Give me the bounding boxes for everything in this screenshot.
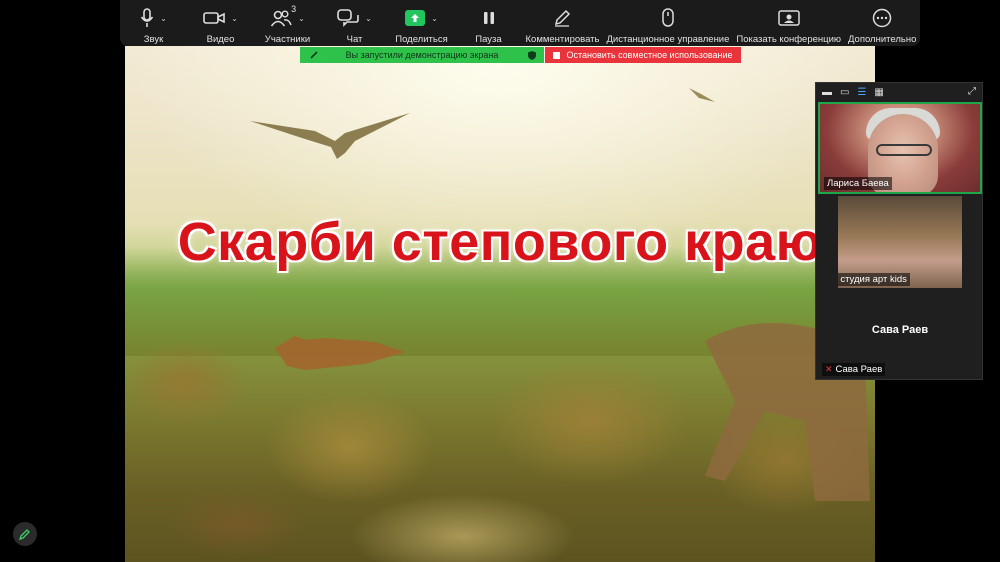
- pause-share-button[interactable]: Пауза: [459, 6, 519, 45]
- thumbnail-view-icon[interactable]: ☰: [857, 87, 866, 98]
- video-label: Видео: [206, 34, 235, 45]
- participants-button[interactable]: 3 ⌄ Участники: [258, 4, 318, 45]
- audio-options-chevron-icon[interactable]: ⌄: [160, 14, 167, 23]
- status-signal-icon: [310, 51, 318, 59]
- chat-icon: [337, 9, 359, 27]
- show-meeting-button[interactable]: Показать конференцию: [736, 6, 841, 45]
- participant-name-tag: ✕ Сава Раев: [822, 363, 886, 376]
- camera-icon: [203, 12, 225, 24]
- chat-button[interactable]: ⌄ Чат: [325, 6, 385, 45]
- stop-sharing-button[interactable]: Остановить совместное использование: [545, 47, 741, 63]
- slide-title: Скарби степового краю: [177, 212, 823, 272]
- fox-image: [275, 336, 405, 370]
- gallery-view-icon[interactable]: ▦: [874, 87, 883, 98]
- mouse-icon: [662, 8, 674, 27]
- mic-muted-icon: ✕: [825, 364, 833, 374]
- annotate-label: Комментировать: [525, 34, 600, 45]
- chat-options-chevron-icon[interactable]: ⌄: [365, 14, 372, 23]
- share-screen-button[interactable]: ⌄ Поделиться: [392, 6, 452, 45]
- video-panel: ▬ ▭ ☰ ▦ ⤢ Лариса Баева арт студия арт ki…: [815, 82, 983, 380]
- panel-header: ▬ ▭ ☰ ▦ ⤢: [816, 83, 982, 101]
- shield-icon: [528, 50, 536, 60]
- show-meeting-icon: [777, 10, 800, 26]
- pause-label: Пауза: [475, 34, 502, 45]
- participant-name: Сава Раев: [835, 364, 883, 375]
- pause-icon: [483, 12, 494, 24]
- shared-screen: Скарби степового краю: [125, 46, 875, 562]
- participants-count: 3: [291, 4, 297, 14]
- meeting-toolbar: ⌄ Звук ⌄ Видео 3 ⌄ Участники ⌄ Чат ⌄ Под…: [120, 0, 920, 46]
- participants-label: Участники: [264, 34, 311, 45]
- audio-button[interactable]: ⌄ Звук: [124, 6, 184, 45]
- remote-control-button[interactable]: Дистанционное управление: [606, 6, 729, 45]
- sharing-status-text: Вы запустили демонстрацию экрана: [345, 50, 499, 60]
- video-tile-active-speaker[interactable]: Лариса Баева: [818, 102, 982, 194]
- glasses-shape: [876, 144, 932, 156]
- participants-icon: [270, 10, 292, 27]
- expand-icon[interactable]: ⤢: [968, 86, 976, 97]
- share-options-chevron-icon[interactable]: ⌄: [431, 14, 438, 23]
- sharing-status-banner: Вы запустили демонстрацию экрана: [300, 47, 544, 63]
- share-screen-icon: [405, 10, 426, 26]
- audio-label: Звук: [143, 34, 164, 45]
- more-button[interactable]: Дополнительно: [848, 6, 916, 45]
- participant-name-tag: Лариса Баева: [824, 177, 892, 190]
- remote-control-label: Дистанционное управление: [606, 34, 730, 45]
- video-tile-no-camera[interactable]: Сава Раев ✕ Сава Раев: [818, 290, 982, 378]
- participants-options-chevron-icon[interactable]: ⌄: [298, 14, 305, 23]
- annotate-button[interactable]: Комментировать: [525, 6, 600, 45]
- speaker-view-icon[interactable]: ▭: [840, 87, 849, 98]
- stop-sharing-label: Остановить совместное использование: [566, 50, 733, 60]
- chat-label: Чат: [346, 34, 363, 45]
- participant-name-tag: арт студия арт kids: [838, 273, 910, 286]
- show-meeting-label: Показать конференцию: [736, 34, 842, 45]
- share-label: Поделиться: [395, 34, 448, 45]
- bird-image: [689, 88, 715, 102]
- annotate-pen-icon: [555, 9, 571, 27]
- eagle-image: [250, 113, 410, 159]
- more-label: Дополнительно: [848, 34, 917, 45]
- annotate-floating-button[interactable]: [13, 522, 37, 546]
- stop-square-icon: [553, 51, 561, 59]
- video-button[interactable]: ⌄ Видео: [191, 6, 251, 45]
- participant-center-name: Сава Раев: [871, 324, 929, 336]
- video-options-chevron-icon[interactable]: ⌄: [231, 14, 238, 23]
- pen-icon: [19, 529, 30, 540]
- video-tile[interactable]: арт студия арт kids: [838, 196, 962, 288]
- more-icon: [872, 8, 892, 28]
- minimize-icon[interactable]: ▬: [822, 87, 832, 98]
- microphone-icon: [140, 8, 154, 27]
